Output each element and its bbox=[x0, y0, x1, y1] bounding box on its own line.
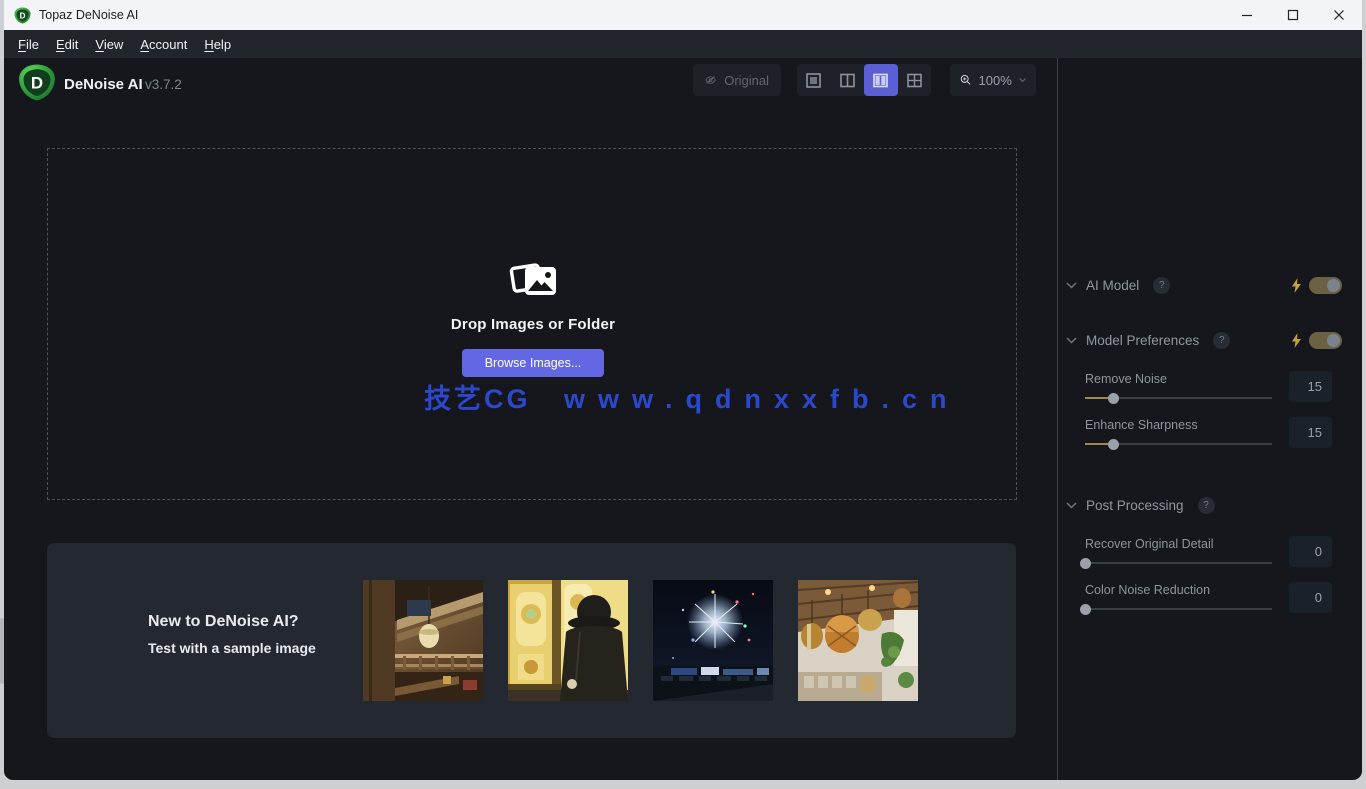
split-view-icon bbox=[839, 73, 855, 87]
fireworks-image bbox=[653, 580, 773, 701]
eye-slash-icon bbox=[705, 76, 716, 84]
remove-noise-value[interactable]: 15 bbox=[1289, 371, 1332, 402]
cafe-baskets-image bbox=[798, 580, 918, 701]
slider-track bbox=[1085, 608, 1272, 610]
recover-original-detail-value[interactable]: 0 bbox=[1289, 536, 1332, 567]
zoom-control[interactable]: 100% bbox=[950, 64, 1036, 96]
app-logo-icon: D bbox=[14, 6, 31, 24]
help-icon[interactable]: ? bbox=[1213, 331, 1231, 349]
recover-original-detail-label: Recover Original Detail bbox=[1085, 537, 1214, 551]
section-label: Post Processing bbox=[1086, 497, 1184, 513]
svg-text:D: D bbox=[31, 73, 43, 92]
remove-noise-label: Remove Noise bbox=[1085, 372, 1167, 386]
sample-thumbnail-cafe[interactable] bbox=[798, 580, 918, 701]
stained-glass-image bbox=[508, 580, 628, 701]
sample-thumbnail-fireworks[interactable] bbox=[653, 580, 773, 701]
slider-thumb[interactable] bbox=[1108, 392, 1120, 404]
enhance-sharpness-value[interactable]: 15 bbox=[1289, 417, 1332, 448]
recover-original-detail-slider[interactable] bbox=[1080, 557, 1272, 569]
slider-thumb[interactable] bbox=[1080, 557, 1091, 569]
chevron-down-icon bbox=[1066, 501, 1077, 509]
watermark-brand: 技艺CG bbox=[424, 384, 531, 414]
toggle-knob bbox=[1327, 278, 1340, 292]
enhance-sharpness-slider[interactable] bbox=[1085, 438, 1272, 450]
menu-view[interactable]: View bbox=[95, 37, 123, 52]
ai-model-auto-toggle[interactable] bbox=[1309, 276, 1342, 294]
watermark-url: www.qdnxxfb.cn bbox=[564, 384, 960, 414]
help-icon[interactable]: ? bbox=[1197, 496, 1215, 514]
svg-text:D: D bbox=[20, 11, 26, 20]
close-button[interactable] bbox=[1316, 0, 1362, 30]
view-mode-group bbox=[797, 64, 931, 96]
window-title: Topaz DeNoise AI bbox=[39, 8, 139, 22]
menu-help[interactable]: Help bbox=[204, 37, 231, 52]
app-name: DeNoise AI bbox=[64, 76, 143, 93]
minimize-button[interactable] bbox=[1224, 0, 1270, 30]
samples-subheading: Test with a sample image bbox=[148, 640, 316, 656]
color-noise-reduction-value[interactable]: 0 bbox=[1289, 582, 1332, 613]
window-controls bbox=[1224, 0, 1362, 30]
menubar: File Edit View Account Help bbox=[4, 30, 1362, 58]
toggle-knob bbox=[1327, 333, 1340, 347]
chevron-down-icon bbox=[1019, 78, 1026, 83]
menu-account[interactable]: Account bbox=[140, 37, 187, 52]
enhance-sharpness-label: Enhance Sharpness bbox=[1085, 418, 1198, 432]
watermark: 技艺CG www.qdnxxfb.cn bbox=[424, 377, 960, 416]
remove-noise-slider[interactable] bbox=[1085, 392, 1272, 404]
view-split-button[interactable] bbox=[831, 64, 865, 96]
dropzone-title: Drop Images or Folder bbox=[450, 316, 616, 333]
slider-thumb[interactable] bbox=[1080, 603, 1091, 615]
lightning-icon bbox=[1292, 277, 1301, 293]
app-logo: D bbox=[19, 64, 55, 101]
maximize-button[interactable] bbox=[1270, 0, 1316, 30]
lightning-icon bbox=[1292, 332, 1301, 348]
original-label: Original bbox=[724, 72, 769, 88]
color-noise-reduction-label: Color Noise Reduction bbox=[1085, 583, 1211, 597]
color-noise-reduction-slider[interactable] bbox=[1080, 603, 1272, 615]
side-by-side-view-icon bbox=[873, 73, 889, 87]
help-icon[interactable]: ? bbox=[1153, 276, 1171, 294]
section-label: AI Model bbox=[1086, 277, 1140, 293]
window-edge-scrollbar[interactable] bbox=[0, 618, 4, 684]
lodge-interior-image bbox=[363, 580, 483, 701]
sidebar-divider bbox=[1057, 58, 1058, 780]
model-preferences-auto-toggle[interactable] bbox=[1309, 331, 1342, 349]
zoom-in-icon bbox=[960, 74, 971, 85]
chevron-down-icon bbox=[1066, 336, 1077, 344]
grid-view-icon bbox=[906, 73, 922, 87]
menu-file[interactable]: File bbox=[18, 37, 39, 52]
titlebar: D Topaz DeNoise AI bbox=[4, 0, 1362, 30]
slider-track bbox=[1085, 562, 1272, 564]
section-ai-model[interactable]: AI Model ? bbox=[1066, 275, 1342, 295]
view-side-by-side-button[interactable] bbox=[864, 64, 898, 96]
toggle-original-button[interactable]: Original bbox=[693, 64, 781, 96]
samples-heading: New to DeNoise AI? bbox=[148, 613, 299, 630]
menu-edit[interactable]: Edit bbox=[56, 37, 78, 52]
single-view-icon bbox=[806, 72, 822, 88]
samples-heading-block: New to DeNoise AI? Test with a sample im… bbox=[148, 613, 316, 656]
app-window: D Topaz DeNoise AI File Edit View Accoun… bbox=[4, 0, 1362, 780]
zoom-level: 100% bbox=[978, 72, 1012, 88]
browse-images-button[interactable]: Browse Images... bbox=[462, 349, 604, 377]
view-grid-button[interactable] bbox=[898, 64, 932, 96]
images-icon bbox=[509, 263, 556, 295]
sample-thumbnail-lodge[interactable] bbox=[363, 580, 483, 701]
section-post-processing[interactable]: Post Processing ? bbox=[1066, 495, 1342, 515]
section-model-preferences[interactable]: Model Preferences ? bbox=[1066, 330, 1342, 350]
chevron-down-icon bbox=[1066, 281, 1077, 289]
slider-thumb[interactable] bbox=[1108, 438, 1120, 450]
sample-thumbnail-stained-glass[interactable] bbox=[508, 580, 628, 701]
section-label: Model Preferences bbox=[1086, 332, 1200, 348]
app-version: v3.7.2 bbox=[145, 77, 182, 92]
view-single-button[interactable] bbox=[797, 64, 831, 96]
